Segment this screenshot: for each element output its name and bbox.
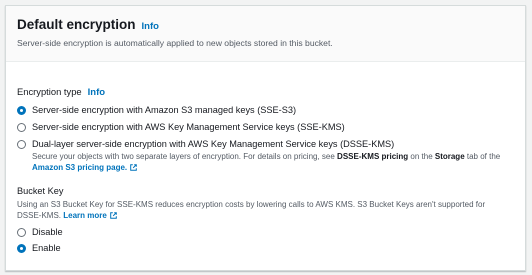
- radio-button-sse-s3[interactable]: [17, 106, 26, 115]
- radio-option-bucket-key-enable[interactable]: Enable: [17, 243, 514, 253]
- radio-text-sse-kms: Server-side encryption with AWS Key Mana…: [32, 122, 345, 132]
- learn-more-link-text: Learn more: [63, 211, 107, 220]
- radio-text-sse-s3: Server-side encryption with Amazon S3 ma…: [32, 105, 296, 115]
- encryption-type-info-link[interactable]: Info: [88, 87, 105, 98]
- panel-description: Server-side encryption is automatically …: [17, 38, 333, 48]
- radio-desc-dsse-kms: Secure your objects with two separate la…: [32, 151, 502, 173]
- radio-button-bucket-key-disable[interactable]: [17, 228, 26, 237]
- storage-tab-text: Storage: [434, 152, 465, 161]
- radio-label-sse-kms: Server-side encryption with AWS Key Mana…: [32, 122, 345, 132]
- learn-more-link[interactable]: Learn more: [63, 211, 117, 220]
- panel-header: Default encryption Info Server-side encr…: [6, 6, 525, 62]
- encryption-type-label-row: Encryption type Info: [17, 86, 514, 98]
- radio-option-sse-s3[interactable]: Server-side encryption with Amazon S3 ma…: [17, 105, 514, 115]
- panel-title: Default encryption: [17, 17, 136, 32]
- radio-option-bucket-key-disable[interactable]: Disable: [17, 227, 514, 237]
- radio-label-dsse-kms: Dual-layer server-side encryption with A…: [32, 139, 395, 149]
- radio-text-bucket-key-enable: Enable: [32, 243, 61, 253]
- info-link[interactable]: Info: [142, 21, 159, 32]
- encryption-type-label: Encryption type: [17, 86, 82, 97]
- bucket-key-title: Bucket Key: [17, 186, 64, 196]
- dsse-desc-prefix: Secure your objects with two separate la…: [32, 152, 338, 161]
- radio-label-sse-s3: Server-side encryption with Amazon S3 ma…: [32, 105, 297, 115]
- radio-button-dsse-kms[interactable]: [17, 140, 26, 149]
- s3-pricing-page-link[interactable]: Amazon S3 pricing page.: [32, 163, 137, 172]
- external-link-icon: [110, 212, 117, 219]
- radio-option-sse-kms[interactable]: Server-side encryption with AWS Key Mana…: [17, 122, 514, 132]
- radio-button-bucket-key-enable[interactable]: [17, 244, 26, 253]
- radio-option-dsse-kms[interactable]: Dual-layer server-side encryption with A…: [17, 139, 514, 173]
- radio-button-sse-kms[interactable]: [17, 123, 26, 132]
- panel-body: Encryption type Info Server-side encrypt…: [6, 62, 525, 253]
- default-encryption-panel: Default encryption Info Server-side encr…: [5, 5, 526, 271]
- header-title-row: Default encryption Info: [17, 17, 514, 32]
- s3-pricing-page-link-text: Amazon S3 pricing page.: [32, 163, 128, 172]
- dsse-desc-suffix: tab of the: [464, 152, 501, 161]
- dsse-desc-mid: on the: [408, 152, 435, 161]
- radio-label-bucket-key-enable: Enable: [32, 243, 61, 253]
- radio-text-dsse-kms: Dual-layer server-side encryption with A…: [32, 139, 502, 173]
- bucket-key-description: Using an S3 Bucket Key for SSE-KMS reduc…: [17, 199, 505, 221]
- radio-text-bucket-key-disable: Disable: [32, 227, 63, 237]
- radio-label-bucket-key-disable: Disable: [32, 227, 63, 237]
- dsse-pricing-text: DSSE-KMS pricing: [337, 152, 409, 161]
- external-link-icon: [130, 164, 137, 171]
